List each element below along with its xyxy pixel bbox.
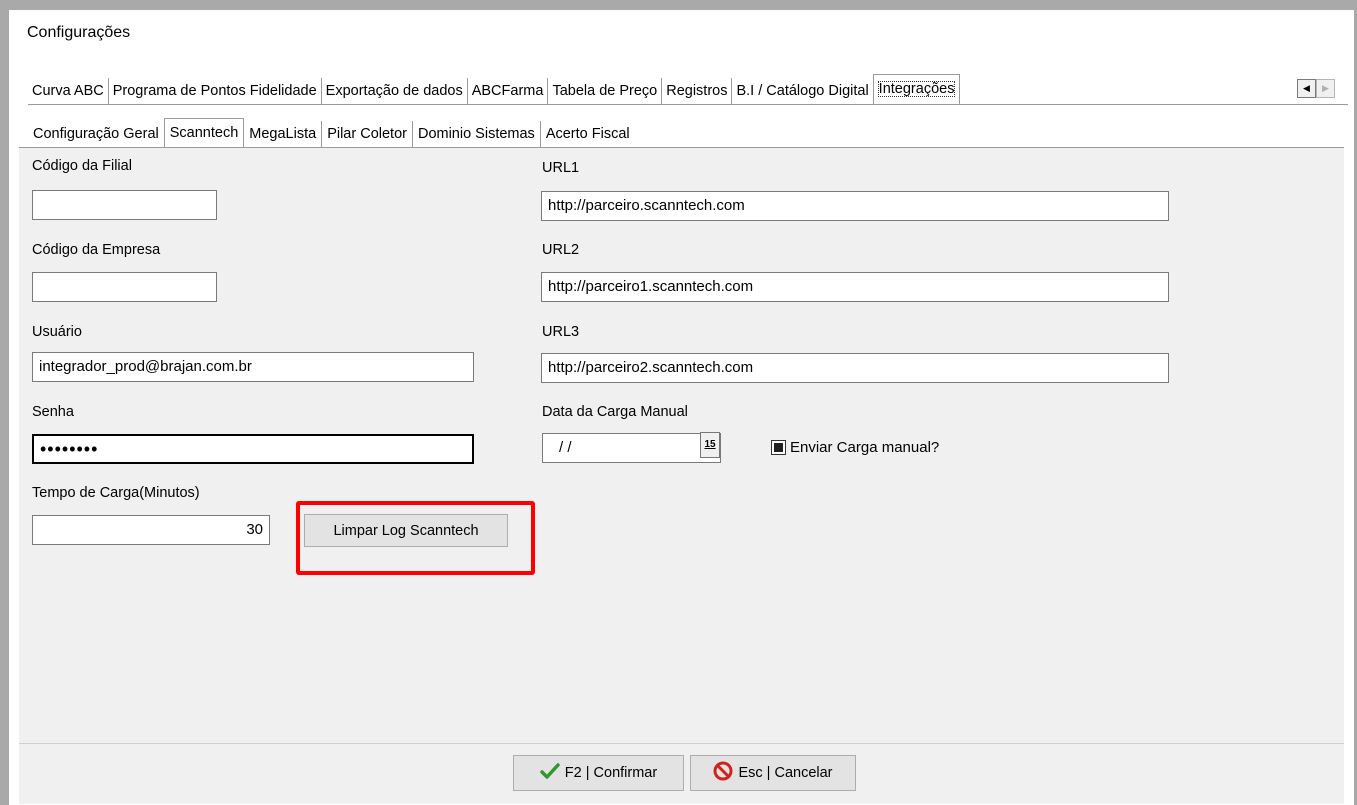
confirm-button[interactable]: F2 | Confirmar — [513, 755, 684, 791]
tabs-divider — [28, 104, 1348, 105]
check-icon — [540, 763, 560, 783]
url1-label: URL1 — [542, 160, 580, 176]
subtab-configuracao-geral[interactable]: Configuração Geral — [28, 121, 164, 148]
window-title: Configurações — [27, 24, 131, 41]
usuario-label: Usuário — [32, 324, 82, 340]
senha-label: Senha — [32, 404, 74, 420]
subtab-dominio-sistemas[interactable]: Dominio Sistemas — [413, 121, 541, 148]
sub-tabs: Configuração Geral Scanntech MegaLista P… — [28, 118, 635, 148]
tab-programa-pontos[interactable]: Programa de Pontos Fidelidade — [109, 78, 322, 104]
top-tabs: Curva ABC Programa de Pontos Fidelidade … — [28, 74, 961, 104]
tab-scroll-left-icon[interactable]: ◀ — [1297, 79, 1316, 98]
cancel-label: Esc | Cancelar — [738, 765, 833, 781]
usuario-input[interactable]: integrador_prod@brajan.com.br — [32, 352, 474, 382]
subtab-acerto-fiscal[interactable]: Acerto Fiscal — [541, 121, 635, 148]
tempo-carga-input[interactable]: 30 — [32, 515, 270, 545]
enviar-carga-label: Enviar Carga manual? — [790, 439, 940, 456]
subtab-scanntech[interactable]: Scanntech — [163, 118, 245, 148]
tab-abcfarma[interactable]: ABCFarma — [468, 78, 549, 104]
highlight-box — [296, 501, 535, 575]
calendar-icon[interactable]: 15 — [700, 432, 720, 458]
url2-label: URL2 — [542, 242, 580, 258]
codigo-empresa-label: Código da Empresa — [32, 242, 161, 258]
tab-integracoes-label: Integrações — [877, 81, 956, 97]
url3-label: URL3 — [542, 324, 580, 340]
tab-bi-catalogo[interactable]: B.I / Catálogo Digital — [732, 78, 872, 104]
confirm-label: F2 | Confirmar — [564, 765, 658, 781]
data-carga-input[interactable]: / / — [542, 433, 721, 463]
cancel-button[interactable]: Esc | Cancelar — [690, 755, 856, 791]
tempo-carga-label: Tempo de Carga(Minutos) — [32, 485, 200, 501]
senha-input[interactable]: •••••••• — [32, 434, 474, 464]
data-carga-label: Data da Carga Manual — [542, 404, 688, 420]
tab-tabela-preco[interactable]: Tabela de Preço — [548, 78, 663, 104]
enviar-carga-checkbox[interactable]: Enviar Carga manual? — [771, 439, 939, 456]
tab-registros[interactable]: Registros — [662, 78, 733, 104]
tab-integracoes[interactable]: Integrações — [872, 74, 961, 104]
tab-scroll-right-icon[interactable]: ▶ — [1316, 79, 1335, 98]
tab-curva-abc[interactable]: Curva ABC — [28, 78, 109, 104]
url3-input[interactable]: http://parceiro2.scanntech.com — [541, 353, 1169, 383]
subtab-megalista[interactable]: MegaLista — [244, 121, 323, 148]
url1-input[interactable]: http://parceiro.scanntech.com — [541, 191, 1169, 221]
tab-exportacao-dados[interactable]: Exportação de dados — [322, 78, 468, 104]
subtab-pilar-coletor[interactable]: Pilar Coletor — [322, 121, 413, 148]
outer-frame-left — [0, 0, 9, 805]
checkbox-indeterminate-icon[interactable] — [771, 440, 786, 455]
url2-input[interactable]: http://parceiro1.scanntech.com — [541, 272, 1169, 302]
tab-scroll-arrows: ◀ ▶ — [1297, 79, 1335, 98]
codigo-empresa-input[interactable] — [32, 272, 217, 302]
outer-frame-top — [0, 0, 1357, 10]
codigo-filial-input[interactable] — [32, 190, 217, 220]
codigo-filial-label: Código da Filial — [32, 158, 132, 174]
no-entry-icon — [713, 761, 733, 785]
